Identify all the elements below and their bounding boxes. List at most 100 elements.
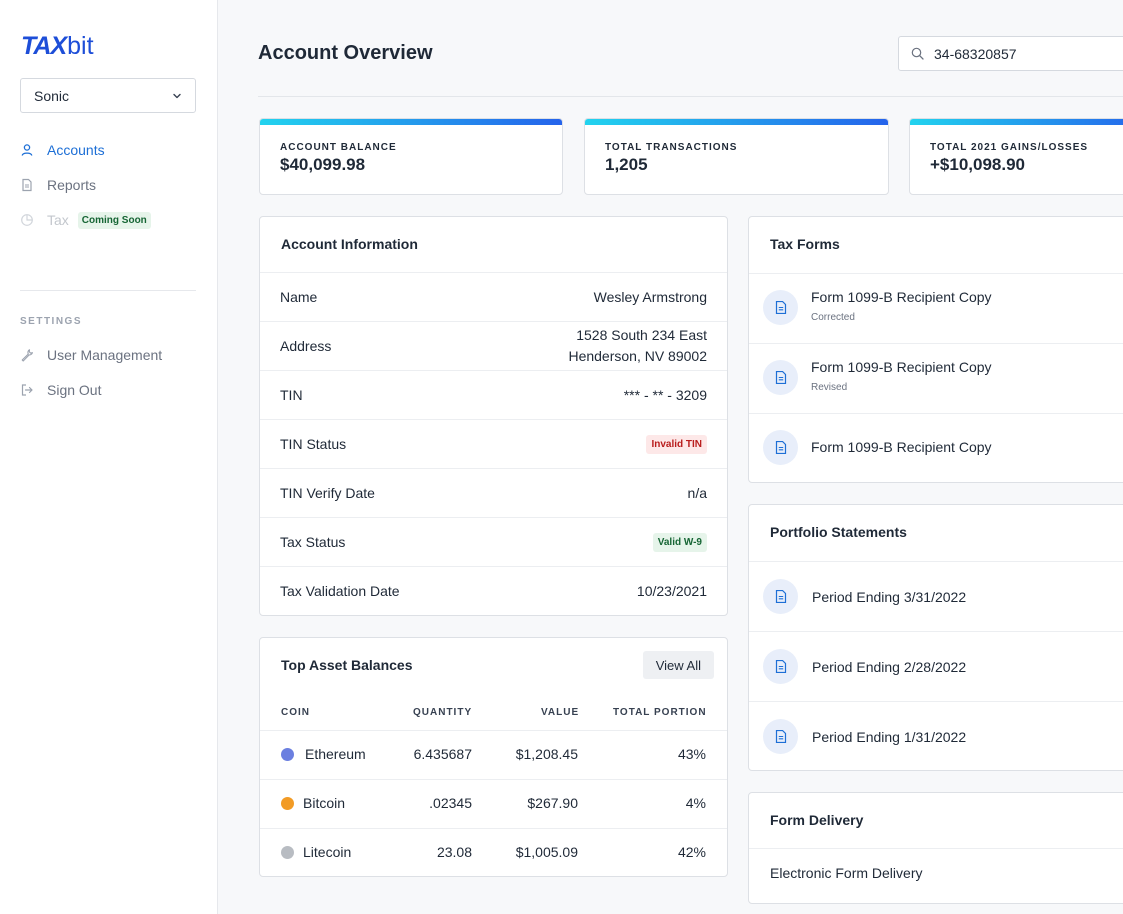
table-row[interactable]: Bitcoin .02345 $267.90 4% — [260, 779, 727, 828]
stat-value: $40,099.98 — [280, 155, 366, 174]
form-delivery-card: Form Delivery Electronic Form Delivery — [748, 792, 1123, 904]
table-row[interactable]: Litecoin 23.08 $1,005.09 42% — [260, 828, 727, 876]
stat-card-total-transactions: TOTAL TRANSACTIONS 1,205 — [584, 118, 889, 195]
nav-item-tax: Tax Coming Soon — [20, 210, 200, 230]
sidebar: TAX bit Sonic Accounts Reports Tax Coming… — [0, 0, 218, 914]
tax-form-title: Form 1099-B Recipient Copy — [811, 359, 992, 375]
litecoin-icon — [281, 846, 294, 859]
nav-item-reports[interactable]: Reports — [20, 175, 200, 195]
tax-form-item[interactable]: Form 1099-B Recipient Copy Corrected — [749, 273, 1123, 343]
statement-item[interactable]: Period Ending 1/31/2022 — [749, 701, 1123, 770]
info-label: TIN — [280, 387, 303, 403]
tax-form-status: Revised — [811, 382, 848, 393]
statement-title: Period Ending 3/31/2022 — [812, 589, 967, 605]
status-badge: Valid W-9 — [652, 532, 707, 552]
nav-item-label: Reports — [47, 177, 97, 193]
stat-card-account-balance: ACCOUNT BALANCE $40,099.98 — [259, 118, 563, 195]
page-title: Account Overview — [258, 42, 433, 64]
table-row[interactable]: Ethereum 6.435687 $1,208.45 43% — [260, 730, 727, 779]
stat-label: ACCOUNT BALANCE — [280, 142, 397, 153]
info-value: n/a — [687, 484, 707, 501]
coin-name: Litecoin — [303, 844, 352, 860]
document-icon — [763, 719, 798, 754]
nav-item-accounts[interactable]: Accounts — [20, 140, 200, 160]
tax-form-item[interactable]: Form 1099-B Recipient Copy Revised — [749, 343, 1123, 413]
document-icon — [20, 178, 34, 192]
stat-card-gains-losses: TOTAL 2021 GAINS/LOSSES +$10,098.90 — [909, 118, 1123, 195]
organization-select-value: Sonic — [34, 87, 70, 104]
tax-form-status: Corrected — [811, 312, 855, 323]
search-box[interactable] — [898, 36, 1123, 71]
nav-item-sign-out[interactable]: Sign Out — [20, 380, 200, 400]
organization-select[interactable]: Sonic — [20, 78, 196, 113]
coin-value: $1,005.09 — [515, 844, 578, 860]
statement-title: Period Ending 1/31/2022 — [812, 729, 967, 745]
stat-value: 1,205 — [605, 155, 648, 174]
coin-value: $1,208.45 — [515, 746, 578, 762]
logo-text-bold: TAX — [21, 31, 67, 60]
card-title: Form Delivery — [770, 812, 864, 828]
portfolio-statements-card: Portfolio Statements Period Ending 3/31/… — [748, 504, 1123, 771]
statement-title: Period Ending 2/28/2022 — [812, 659, 967, 675]
taxbit-logo[interactable]: TAX bit — [21, 31, 94, 60]
info-value: Wesley Armstrong — [593, 288, 707, 305]
sign-out-icon — [20, 383, 34, 397]
info-row-tin-verify-date: TIN Verify Date n/a — [260, 468, 727, 517]
coming-soon-badge: Coming Soon — [77, 211, 151, 229]
address-line-1: 1528 South 234 East — [576, 327, 707, 343]
card-title: Account Information — [281, 236, 418, 252]
settings-section-label: SETTINGS — [20, 316, 83, 327]
search-icon — [911, 47, 924, 60]
chevron-down-icon — [173, 93, 181, 98]
column-header-quantity: QUANTITY — [413, 707, 473, 718]
nav-item-label: Tax — [47, 212, 69, 228]
tax-form-item[interactable]: Form 1099-B Recipient Copy — [749, 413, 1123, 482]
card-title: Portfolio Statements — [770, 524, 907, 540]
info-label: Name — [280, 289, 318, 305]
statement-item[interactable]: Period Ending 3/31/2022 — [749, 561, 1123, 631]
coin-value: $267.90 — [527, 795, 578, 811]
info-value: *** - ** - 3209 — [623, 386, 707, 403]
column-header-total-portion: TOTAL PORTION — [613, 707, 707, 718]
info-row-tin: TIN *** - ** - 3209 — [260, 370, 727, 419]
info-row-name: Name Wesley Armstrong — [260, 272, 727, 321]
coin-name: Ethereum — [305, 746, 366, 762]
settings-nav: User Management Sign Out — [20, 345, 200, 415]
info-value: 10/23/2021 — [636, 582, 707, 599]
document-icon — [763, 649, 798, 684]
info-label: TIN Status — [280, 436, 347, 452]
header-divider — [258, 96, 1123, 97]
document-icon — [763, 360, 798, 395]
info-row-tin-status: TIN Status Invalid TIN — [260, 419, 727, 468]
delivery-item-label: Electronic Form Delivery — [770, 865, 923, 881]
column-header-coin: COIN — [281, 707, 310, 718]
tax-form-title: Form 1099-B Recipient Copy — [811, 439, 992, 455]
statement-item[interactable]: Period Ending 2/28/2022 — [749, 631, 1123, 701]
coin-portion: 43% — [677, 746, 706, 762]
card-title: Top Asset Balances — [281, 657, 413, 673]
logo-text-light: bit — [67, 31, 94, 60]
status-badge: Invalid TIN — [646, 434, 707, 454]
account-information-card: Account Information Name Wesley Armstron… — [259, 216, 728, 616]
info-label: TIN Verify Date — [280, 485, 375, 501]
stat-label: TOTAL TRANSACTIONS — [605, 142, 738, 153]
search-input[interactable] — [934, 45, 1114, 62]
coin-portion: 4% — [685, 795, 706, 811]
nav-item-user-management[interactable]: User Management — [20, 345, 200, 365]
main-nav: Accounts Reports Tax Coming Soon — [20, 140, 200, 245]
info-label: Tax Validation Date — [280, 583, 400, 599]
document-icon — [763, 430, 798, 465]
view-all-button[interactable]: View All — [642, 651, 714, 679]
coin-portion: 42% — [677, 844, 706, 860]
stat-value: +$10,098.90 — [930, 155, 1026, 174]
info-row-address: Address 1528 South 234 East Henderson, NV… — [260, 321, 727, 370]
info-row-tax-validation-date: Tax Validation Date 10/23/2021 — [260, 566, 727, 615]
document-icon — [763, 290, 798, 325]
nav-item-label: Accounts — [47, 142, 105, 158]
card-title: Tax Forms — [770, 236, 840, 252]
wrench-icon — [20, 348, 34, 362]
coin-quantity: .02345 — [429, 795, 472, 811]
sidebar-divider — [20, 290, 196, 291]
delivery-item[interactable]: Electronic Form Delivery — [749, 848, 1123, 903]
coin-quantity: 23.08 — [436, 844, 472, 860]
